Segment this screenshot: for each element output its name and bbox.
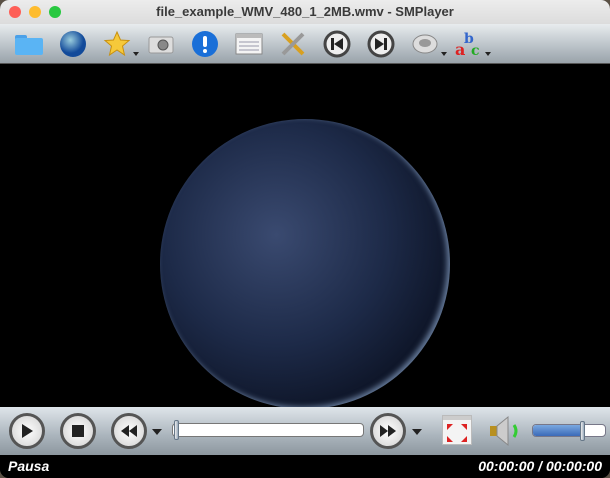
rewind-button[interactable] [111, 413, 147, 449]
forward-menu-chevron-icon[interactable] [412, 429, 422, 435]
title-bar: file_example_WMV_480_1_2MB.wmv - SMPlaye… [0, 0, 610, 24]
info-icon [192, 30, 218, 57]
subtitles-icon: abc [455, 31, 480, 59]
mute-button[interactable] [488, 415, 524, 452]
control-bar [0, 407, 610, 455]
chevron-down-icon [441, 51, 447, 56]
volume-slider[interactable] [532, 421, 606, 441]
tools-icon [281, 32, 305, 55]
folder-icon [15, 34, 43, 55]
play-icon [22, 424, 33, 438]
chevron-down-icon [133, 51, 139, 56]
stop-button[interactable] [60, 413, 96, 449]
playback-state: Pausa [8, 458, 50, 474]
video-frame-earth [160, 119, 450, 407]
forward-button[interactable] [370, 413, 406, 449]
next-button[interactable] [366, 29, 396, 59]
seek-slider[interactable] [172, 420, 364, 440]
rewind-menu-chevron-icon[interactable] [152, 429, 162, 435]
minimize-button[interactable] [29, 6, 41, 18]
next-icon [367, 30, 395, 57]
play-button[interactable] [9, 413, 45, 449]
seek-handle[interactable] [174, 420, 179, 440]
open-url-button[interactable] [58, 29, 88, 59]
smplayer-window: file_example_WMV_480_1_2MB.wmv - SMPlaye… [0, 0, 610, 478]
window-title: file_example_WMV_480_1_2MB.wmv - SMPlaye… [156, 4, 454, 19]
screenshot-button[interactable] [146, 29, 176, 59]
preferences-button[interactable] [278, 29, 308, 59]
stop-icon [72, 425, 84, 437]
volume-handle[interactable] [580, 421, 586, 441]
speaker-icon [490, 415, 518, 447]
camera-icon [148, 36, 174, 53]
open-file-button[interactable] [14, 29, 44, 59]
subtitles-button[interactable]: abc [454, 29, 491, 59]
previous-button[interactable] [322, 29, 352, 59]
playlist-icon [235, 33, 263, 54]
star-icon [103, 30, 131, 56]
fullscreen-button[interactable] [442, 415, 472, 445]
video-area[interactable] [0, 64, 610, 407]
globe-icon [60, 30, 86, 57]
toolbar: abc [0, 24, 610, 64]
info-button[interactable] [190, 29, 220, 59]
status-bar: Pausa 00:00:00 / 00:00:00 [0, 455, 610, 478]
svg-text:c: c [471, 43, 480, 59]
playlist-button[interactable] [234, 29, 264, 59]
audio-icon [412, 34, 438, 53]
fullscreen-icon [443, 416, 471, 442]
time-display: 00:00:00 / 00:00:00 [478, 458, 602, 474]
close-button[interactable] [9, 6, 21, 18]
volume-fill [533, 425, 584, 436]
chevron-down-icon [485, 51, 491, 56]
favorites-button[interactable] [102, 29, 139, 59]
rewind-icon [121, 425, 137, 437]
previous-icon [323, 30, 351, 57]
forward-icon [380, 425, 396, 437]
maximize-button[interactable] [49, 6, 61, 18]
audio-button[interactable] [410, 29, 447, 59]
